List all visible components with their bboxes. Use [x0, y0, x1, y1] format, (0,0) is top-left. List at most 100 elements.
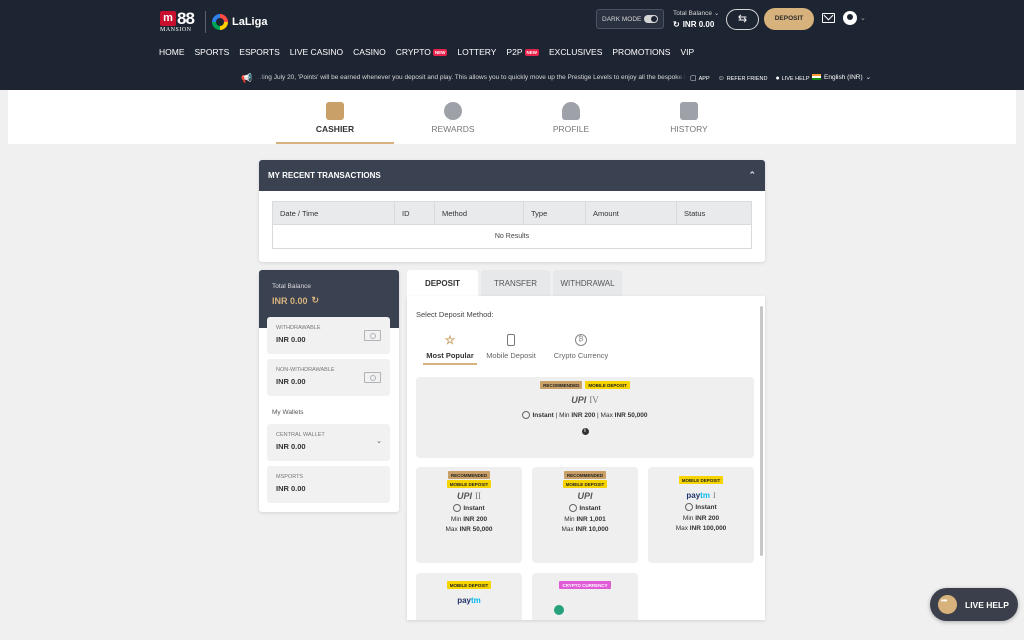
withdrawable-box: WITHDRAWABLE INR 0.00	[267, 317, 390, 354]
nav-p2p[interactable]: P2P NEW	[506, 47, 539, 57]
tab-profile[interactable]: PROFILE	[512, 90, 630, 144]
method-paytm[interactable]: MOBILE DEPOSIT paytm	[416, 573, 522, 620]
category-crypto-currency[interactable]: ₿ Crypto Currency	[551, 334, 611, 360]
paytm-logo: paytm I	[686, 491, 716, 500]
star-icon: ☆	[444, 333, 456, 347]
header-balance-label: Total Balance ⌄	[673, 10, 720, 17]
dark-mode-toggle[interactable]: DARK MODE	[596, 9, 664, 29]
category-mobile-deposit[interactable]: Mobile Deposit	[484, 334, 538, 360]
speed-icon	[569, 504, 578, 513]
transactions-table: Date / Time ID Method Type Amount Status…	[272, 201, 752, 249]
recent-transactions-header[interactable]: MY RECENT TRANSACTIONS ⌃	[259, 160, 765, 191]
mail-icon[interactable]	[822, 13, 835, 23]
method-upi-ii[interactable]: RECOMMENDED MOBILE DEPOSIT UPI II Instant…	[416, 467, 522, 563]
nav-promotions[interactable]: PROMOTIONS	[612, 47, 670, 57]
chevron-down-icon[interactable]: ⌄	[376, 437, 382, 445]
user-icon[interactable]	[843, 11, 857, 25]
nav-exclusives[interactable]: EXCLUSIVES	[549, 47, 602, 57]
tab-rewards[interactable]: REWARDS	[394, 90, 512, 144]
crypto-currency-badge: CRYPTO CURRENCY	[559, 581, 611, 589]
nav-crypto[interactable]: CRYPTO NEW	[396, 47, 448, 57]
method-info: Instant Min INR 200 Max INR 100,000	[675, 503, 727, 532]
nav-sports[interactable]: SPORTS	[195, 47, 230, 57]
mobile-deposit-badge: MOBILE DEPOSIT	[446, 480, 492, 488]
live-help-link[interactable]: ● LIVE HELP	[775, 75, 809, 82]
total-balance-value: INR 0.00 ↻	[272, 295, 320, 306]
method-paytm-i[interactable]: MOBILE DEPOSIT paytm I Instant Min INR 20…	[648, 467, 754, 563]
mobile-deposit-badge: MOBILE DEPOSIT	[446, 581, 492, 589]
mobile-deposit-badge: MOBILE DEPOSIT	[562, 480, 608, 488]
table-row: No Results	[272, 224, 752, 249]
nav-home[interactable]: HOME	[159, 47, 185, 57]
mobile-deposit-badge: MOBILE DEPOSIT	[585, 381, 630, 389]
tab-deposit[interactable]: DEPOSIT	[407, 270, 478, 297]
tab-transfer[interactable]: TRANSFER	[481, 270, 550, 297]
speed-icon	[522, 411, 531, 420]
column-header: ID	[394, 201, 435, 225]
empty-results: No Results	[272, 224, 752, 249]
chevron-up-icon[interactable]: ⌃	[748, 160, 756, 191]
tab-withdrawal[interactable]: WITHDRAWAL	[553, 270, 622, 297]
method-info: Instant Min INR 200 Max INR 50,000	[445, 504, 493, 533]
speed-icon	[685, 503, 694, 512]
tab-history[interactable]: HISTORY	[630, 90, 748, 144]
method-info: Instant | Min INR 200 | Max INR 50,000	[416, 411, 754, 422]
account-subnav: CASHIER REWARDS PROFILE HISTORY	[8, 90, 1016, 144]
deposit-panel: Select Deposit Method: ☆ Most Popular Mo…	[407, 296, 765, 620]
live-help-button[interactable]: LIVE HELP	[930, 588, 1018, 621]
new-badge: NEW	[524, 48, 539, 56]
balance-card: Total Balance INR 0.00 ↻ WITHDRAWABLE INR…	[259, 270, 399, 512]
refresh-small-icon[interactable]: ↻	[673, 20, 680, 29]
language-selector[interactable]: English (INR) ⌄	[812, 73, 871, 81]
announcement-text[interactable]: ...ting July 20, 'Points' will be earned…	[256, 74, 686, 81]
apple-icon: ▢	[690, 75, 697, 82]
nav-lottery[interactable]: LOTTERY	[457, 47, 496, 57]
header-balance-value: ↻ INR 0.00	[673, 20, 715, 29]
app-link[interactable]: ▢ APP	[690, 74, 710, 82]
method-info: Instant Min INR 1,001 Max INR 10,000	[561, 504, 609, 533]
method-crypto[interactable]: CRYPTO CURRENCY	[532, 573, 638, 620]
logo-divider	[205, 11, 206, 33]
m88-logo[interactable]: m 88 MANSION	[160, 9, 200, 33]
laliga-logo[interactable]: LaLiga	[212, 12, 267, 32]
upi-logo: UPI	[577, 491, 593, 501]
logo-number: 88	[177, 9, 195, 28]
column-header: Status	[676, 201, 752, 225]
chevron-down-icon[interactable]: ⌄	[860, 14, 866, 22]
swap-icon: ⇆	[737, 13, 748, 25]
non-withdrawable-box: NON-WITHDRAWABLE INR 0.00	[267, 359, 390, 396]
tab-cashier[interactable]: CASHIER	[276, 90, 394, 144]
table-header-row: Date / Time ID Method Type Amount Status	[272, 201, 752, 225]
nav-live-casino[interactable]: LIVE CASINO	[290, 47, 343, 57]
nav-vip[interactable]: VIP	[680, 47, 694, 57]
upi-logo: UPI II	[456, 491, 481, 501]
chevron-down-icon: ⌄	[865, 74, 872, 81]
my-wallets-label: My Wallets	[272, 409, 304, 416]
transfer-refresh-button[interactable]: ⇆	[726, 9, 759, 30]
megaphone-icon: 📢	[241, 73, 253, 83]
scrollbar[interactable]	[760, 306, 763, 556]
laliga-text: LaLiga	[232, 16, 268, 28]
profile-icon	[562, 102, 580, 120]
people-icon: ☺	[717, 74, 725, 82]
column-header: Type	[523, 201, 586, 225]
nav-casino[interactable]: CASINO	[353, 47, 386, 57]
upi-logo: UPI IV	[571, 395, 599, 405]
method-upi[interactable]: RECOMMENDED MOBILE DEPOSIT UPI Instant M…	[532, 467, 638, 563]
document-icon	[680, 102, 698, 120]
deposit-button[interactable]: DEPOSIT	[764, 8, 814, 30]
column-header: Amount	[585, 201, 677, 225]
paytm-logo: paytm	[457, 596, 481, 605]
india-flag-icon	[812, 74, 821, 80]
refer-friend-link[interactable]: ☺ REFER FRIEND	[718, 75, 768, 82]
cash-icon	[364, 330, 381, 341]
column-header: Date / Time	[272, 201, 395, 225]
category-most-popular[interactable]: ☆ Most Popular	[423, 333, 477, 365]
central-wallet-box[interactable]: CENTRAL WALLET INR 0.00 ⌄	[267, 424, 390, 461]
refresh-icon[interactable]: ↻	[312, 295, 320, 306]
active-underline	[423, 363, 477, 365]
nav-esports[interactable]: ESPORTS	[239, 47, 279, 57]
info-icon[interactable]: i	[581, 427, 589, 435]
method-upi-iv[interactable]: RECOMMENDED MOBILE DEPOSIT UPI IV Instant…	[416, 377, 754, 458]
header-balance[interactable]: Total Balance ⌄ ↻ INR 0.00	[673, 9, 719, 29]
